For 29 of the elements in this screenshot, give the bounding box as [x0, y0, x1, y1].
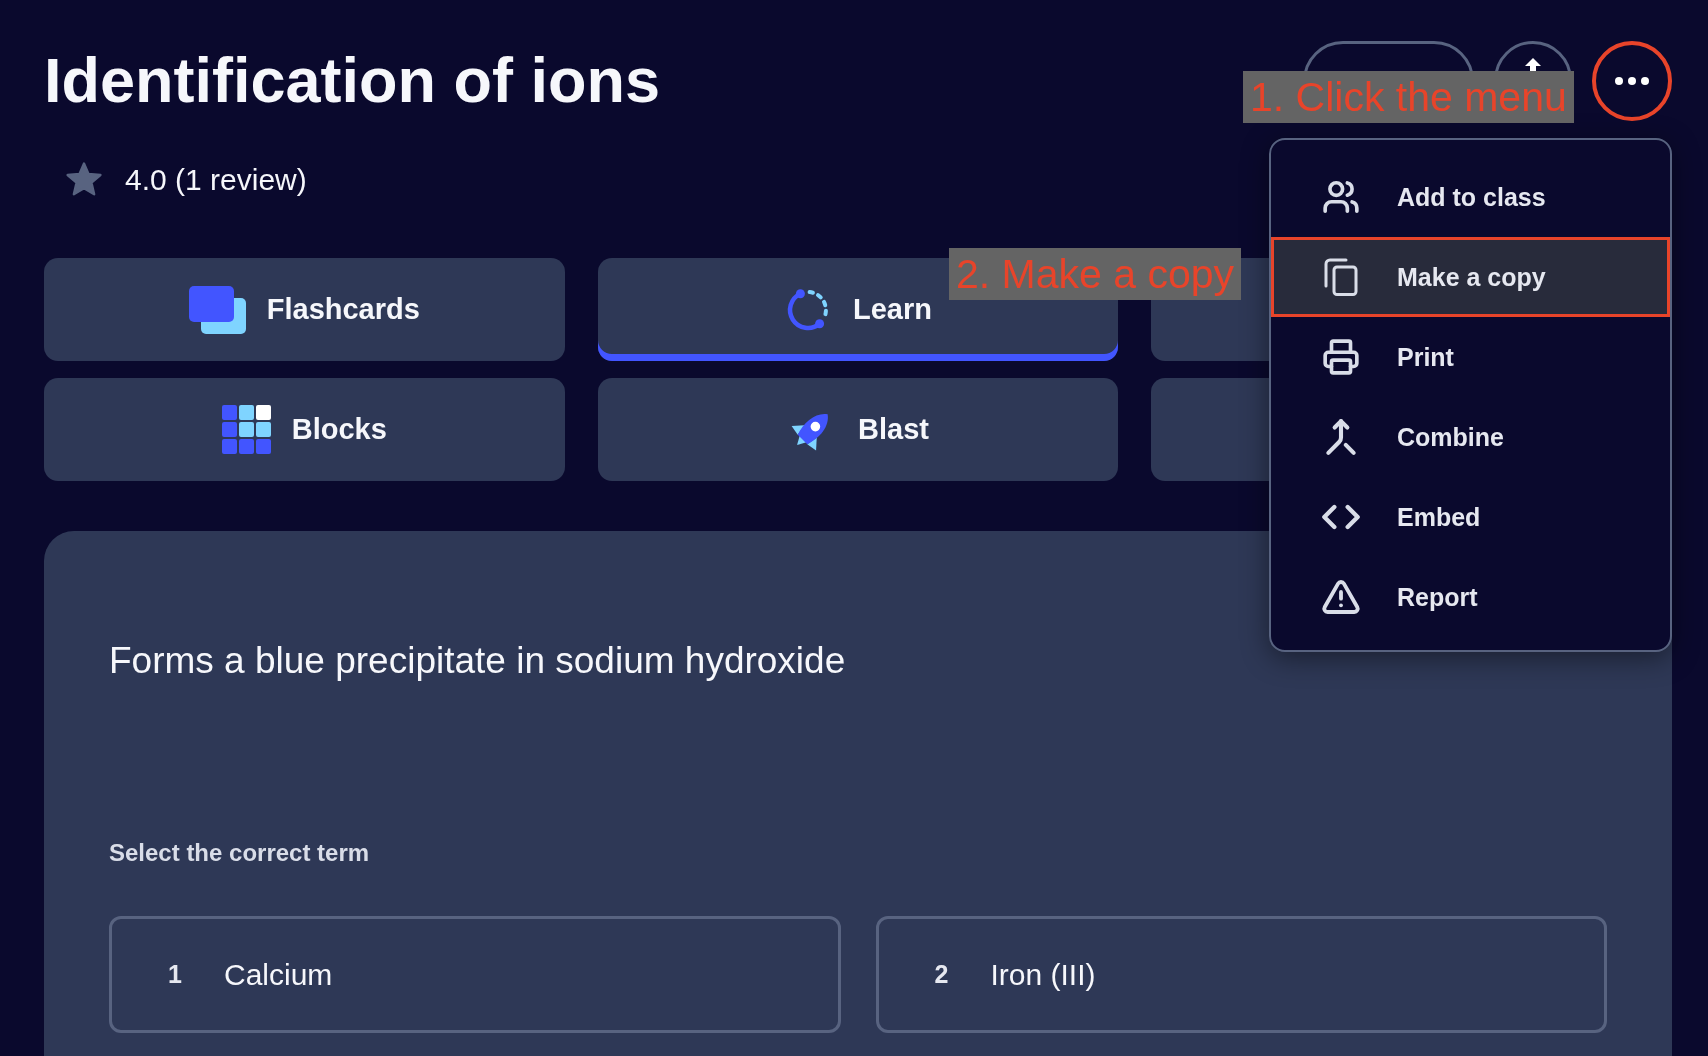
step-tooltip: 1. Click the menu [1243, 71, 1574, 123]
answer-option[interactable]: 1 Calcium [109, 916, 841, 1033]
more-options-button[interactable] [1592, 41, 1672, 121]
menu-item[interactable]: Report [1271, 557, 1670, 637]
option-number: 1 [168, 960, 183, 989]
menu-item[interactable]: Add to class [1271, 157, 1670, 237]
people-icon [1322, 178, 1360, 216]
option-number: 2 [934, 960, 950, 989]
copy-icon [1324, 258, 1358, 296]
study-mode-tile[interactable]: Flashcards [44, 258, 565, 361]
study-mode-tile[interactable]: Blast [597, 378, 1119, 481]
rating-text: 4.0 (1 review) [125, 162, 307, 198]
menu-item[interactable]: Print [1271, 317, 1670, 397]
menu-item[interactable]: Embed [1271, 477, 1670, 557]
block-grid-icon [221, 405, 271, 454]
star-icon [65, 162, 103, 198]
ellipsis-icon [1615, 77, 1649, 85]
page-title: Identification of ions [44, 44, 660, 118]
question-prompt: Forms a blue precipitate in sodium hydroxide [109, 639, 847, 683]
stacked-cards-icon [188, 285, 246, 334]
up-arrow-icon [1524, 58, 1542, 72]
menu-item[interactable]: Combine [1271, 397, 1670, 477]
warning-icon [1321, 577, 1361, 617]
printer-icon [1322, 338, 1360, 376]
answer-option[interactable]: 2 Iron (III) [875, 916, 1607, 1033]
instruction-text: Select the correct term [109, 838, 371, 867]
menu-item[interactable]: Make a copy [1271, 237, 1670, 317]
study-mode-tile[interactable]: Blocks [44, 378, 565, 481]
step-tooltip: 2. Make a copy [949, 248, 1242, 300]
